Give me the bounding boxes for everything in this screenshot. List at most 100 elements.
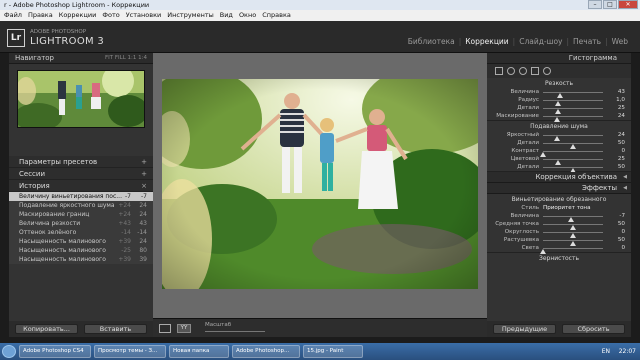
slider-value[interactable]: 50: [618, 163, 625, 171]
menu-photo[interactable]: Фото: [102, 10, 119, 21]
slider-track[interactable]: [543, 240, 603, 246]
add-preset-icon[interactable]: +: [141, 156, 147, 168]
slider-value[interactable]: 24: [618, 112, 625, 120]
red-eye-icon[interactable]: [519, 67, 527, 75]
slider-row[interactable]: Контраст 0: [487, 147, 631, 157]
slider-value[interactable]: 0: [621, 228, 625, 236]
slider-value[interactable]: 50: [618, 236, 625, 244]
adjustment-brush-icon[interactable]: [543, 67, 551, 75]
slider-track[interactable]: [543, 159, 603, 165]
slider-track[interactable]: [543, 92, 603, 98]
history-item[interactable]: Оттенок зелёного -14 -14: [9, 228, 153, 237]
main-photo[interactable]: [162, 79, 478, 289]
zoom-slider[interactable]: [205, 331, 265, 332]
slider-value[interactable]: 0: [621, 147, 625, 155]
slider-row[interactable]: Детали 25: [487, 104, 631, 114]
slider-track[interactable]: [543, 108, 603, 114]
previous-button[interactable]: Предыдущие: [493, 324, 556, 334]
taskbar-item[interactable]: Adobe Photoshop CS4: [19, 345, 91, 358]
module-web[interactable]: Web: [612, 37, 628, 46]
slider-knob[interactable]: [540, 249, 546, 254]
slider-row[interactable]: Величина 43: [487, 88, 631, 98]
slider-row[interactable]: Маскирование 24: [487, 112, 631, 122]
vignette-style-select[interactable]: Приоритет тона: [543, 204, 591, 212]
loupe-view-icon[interactable]: [159, 324, 171, 333]
close-button[interactable]: ✕: [618, 0, 638, 9]
slider-track[interactable]: [543, 135, 603, 141]
taskbar-item[interactable]: Новая папка: [169, 345, 229, 358]
slider-value[interactable]: 43: [618, 88, 625, 96]
paste-settings-button[interactable]: Вставить: [84, 324, 147, 334]
crop-tool-icon[interactable]: [495, 67, 503, 75]
history-item[interactable]: Величина резкости +43 43: [9, 219, 153, 228]
spot-removal-icon[interactable]: [507, 67, 515, 75]
slider-row[interactable]: Растушевка 50: [487, 236, 631, 246]
menu-file[interactable]: Файл: [4, 10, 22, 21]
add-session-icon[interactable]: +: [141, 168, 147, 180]
effects-header[interactable]: Эффекты: [487, 183, 631, 194]
menu-settings[interactable]: Установки: [126, 10, 162, 21]
slider-track[interactable]: [543, 224, 603, 230]
taskbar-item[interactable]: Adobe Photoshop...: [232, 345, 300, 358]
history-item[interactable]: Величину виньетирования пос... -7 -7: [9, 192, 153, 201]
module-print[interactable]: Печать: [573, 37, 601, 46]
slider-value[interactable]: 25: [618, 104, 625, 112]
lens-correction-header[interactable]: Коррекция объектива: [487, 172, 631, 183]
slider-row[interactable]: Округлость 0: [487, 228, 631, 238]
slider-value[interactable]: 24: [618, 131, 625, 139]
module-library[interactable]: Библиотека: [408, 37, 455, 46]
slider-row[interactable]: Яркостный 24: [487, 131, 631, 141]
reset-button[interactable]: Сбросить: [562, 324, 625, 334]
graduated-filter-icon[interactable]: [531, 67, 539, 75]
history-item[interactable]: Подавление яркостного шума +24 24: [9, 201, 153, 210]
slider-row[interactable]: Средняя точка 50: [487, 220, 631, 230]
clear-history-icon[interactable]: ×: [141, 180, 147, 192]
navigator-zoom-options[interactable]: FIT FILL 1:1 1:4: [105, 53, 147, 64]
presets-panel-header[interactable]: Параметры пресетов +: [9, 156, 153, 168]
slider-track[interactable]: [543, 143, 603, 149]
menu-develop[interactable]: Коррекции: [59, 10, 97, 21]
history-panel-header[interactable]: История ×: [9, 180, 153, 192]
slider-track[interactable]: [540, 151, 603, 157]
language-indicator[interactable]: EN: [602, 345, 610, 358]
taskbar-item[interactable]: Просмотр темы - З...: [94, 345, 166, 358]
slider-value[interactable]: 0: [621, 244, 625, 252]
start-button[interactable]: [2, 345, 16, 358]
histogram-header[interactable]: Гистограмма: [487, 53, 631, 64]
slider-value[interactable]: 50: [618, 139, 625, 147]
slider-row[interactable]: Цветовой 25: [487, 155, 631, 165]
history-item[interactable]: Насыщенность малинового -25 80: [9, 246, 153, 255]
slider-row[interactable]: Света 0: [487, 244, 631, 254]
minimize-button[interactable]: –: [588, 0, 602, 9]
grain-title[interactable]: Зернистость: [487, 255, 631, 263]
slider-row[interactable]: Детали 50: [487, 139, 631, 149]
menu-edit[interactable]: Правка: [28, 10, 53, 21]
module-slideshow[interactable]: Слайд-шоу: [519, 37, 562, 46]
navigator-header[interactable]: Навигатор FIT FILL 1:1 1:4: [9, 53, 153, 64]
maximize-button[interactable]: □: [603, 0, 617, 9]
module-develop[interactable]: Коррекции: [465, 37, 508, 46]
slider-track[interactable]: [543, 216, 603, 222]
slider-knob[interactable]: [554, 117, 561, 122]
menu-view[interactable]: Вид: [220, 10, 233, 21]
slider-value[interactable]: 50: [618, 220, 625, 228]
slider-row[interactable]: Величина -7: [487, 212, 631, 222]
menu-help[interactable]: Справка: [262, 10, 291, 21]
slider-track[interactable]: [540, 248, 603, 254]
sessions-panel-header[interactable]: Сессии +: [9, 168, 153, 180]
history-item[interactable]: Насыщенность малинового +39 39: [9, 255, 153, 264]
slider-row[interactable]: Детали 50: [487, 163, 631, 173]
copy-settings-button[interactable]: Копировать...: [15, 324, 78, 334]
slider-track[interactable]: [543, 116, 603, 122]
slider-track[interactable]: [543, 100, 603, 106]
taskbar-item[interactable]: 15.jpg - Paint: [303, 345, 363, 358]
menu-tools[interactable]: Инструменты: [167, 10, 214, 21]
slider-value[interactable]: 1,0: [616, 96, 625, 104]
menu-window[interactable]: Окно: [239, 10, 256, 21]
history-item[interactable]: Маскирование границ +24 24: [9, 210, 153, 219]
slider-track[interactable]: [543, 232, 603, 238]
navigator-thumbnail[interactable]: [17, 70, 145, 128]
before-after-icon[interactable]: YY: [177, 324, 191, 333]
history-item[interactable]: Насыщенность малинового +39 24: [9, 237, 153, 246]
slider-value[interactable]: -7: [619, 212, 625, 220]
